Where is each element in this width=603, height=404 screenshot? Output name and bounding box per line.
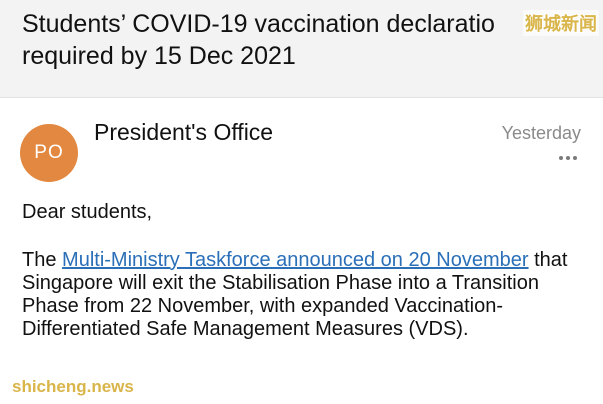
- taskforce-announcement-link[interactable]: Multi-Ministry Taskforce announced on 20…: [62, 249, 529, 271]
- watermark-top: 狮城新闻: [523, 10, 599, 36]
- email-greeting: Dear students,: [22, 201, 153, 223]
- email-subject-line-2: required by 15 Dec 2021: [22, 42, 296, 70]
- email-date: Yesterday: [501, 123, 581, 143]
- sender-avatar[interactable]: PO: [20, 124, 78, 182]
- email-subject-header: Students’ COVID-19 vaccination declarati…: [0, 0, 603, 98]
- paragraph-prefix: The: [22, 249, 63, 271]
- sender-name[interactable]: President's Office: [94, 118, 273, 146]
- email-subject: Students’ COVID-19 vaccination declarati…: [22, 8, 603, 72]
- sender-row: PO President's Office Yesterday: [0, 98, 603, 188]
- watermark-bottom: shicheng.news: [12, 377, 134, 396]
- email-paragraph: The Multi-Ministry Taskforce announced o…: [22, 249, 592, 341]
- more-horizontal-icon[interactable]: [559, 156, 577, 162]
- email-subject-line-1: Students’ COVID-19 vaccination declarati…: [22, 10, 495, 38]
- email-body: Dear students, The Multi-Ministry Taskfo…: [22, 201, 592, 341]
